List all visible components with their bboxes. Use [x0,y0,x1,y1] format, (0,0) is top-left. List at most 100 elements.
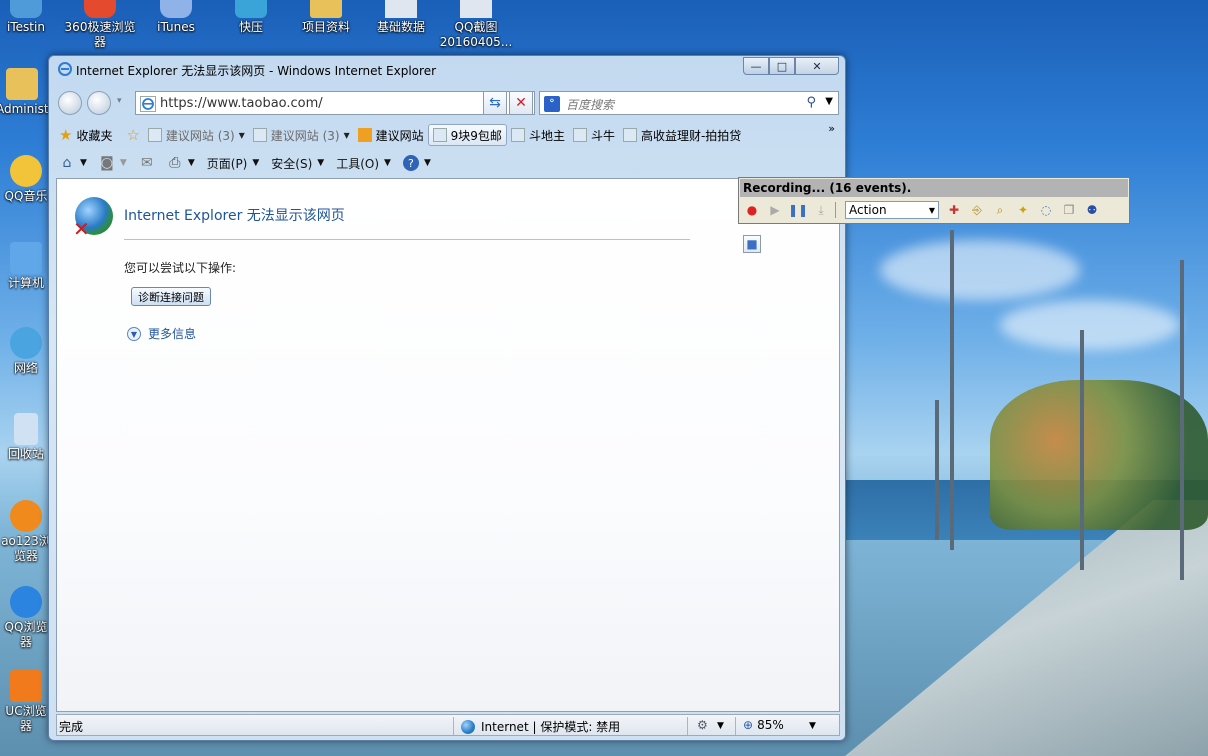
ie-page-icon [432,128,447,142]
desktop-icon-kuaiya[interactable]: 快压 [213,0,289,35]
add-action-icon[interactable]: ✚ [945,201,963,219]
desktop-icon-basic-data[interactable]: 基础数据 [363,0,439,35]
chevron-down-icon: ▼ [252,158,260,168]
desktop-icon-network[interactable]: 网络 [0,327,52,376]
record-icon[interactable]: ● [743,201,761,219]
desktop-icon-hao123-browser[interactable]: ao123浏览器 [0,500,52,564]
more-favorites-chevron-icon[interactable]: » [828,122,835,135]
print-button[interactable]: ⎙ ▼ [167,155,195,171]
title-bar[interactable]: Internet Explorer 无法显示该网页 - Windows Inte… [49,56,845,82]
action-select[interactable]: Action ▼ [845,201,939,219]
desktop-icon-qq-music[interactable]: QQ音乐 [0,155,52,204]
favorite-suggested-sites-2[interactable]: 建议网站 (3) ▾ [249,124,354,146]
stop-button[interactable]: ✕ [509,91,533,115]
favorite-douniu[interactable]: 斗牛 [569,124,619,146]
favorite-9kuai9[interactable]: 9块9包邮 [427,124,507,146]
page-menu[interactable]: 页面(P) ▼ [207,155,260,172]
favorites-star-icon: ★ [59,126,73,144]
copy-icon[interactable]: ❐ [1060,201,1078,219]
desktop-icon-qq-screenshot[interactable]: QQ截图20160405... [438,0,514,50]
desktop-icon-project-folder[interactable]: 项目资料 [288,0,364,35]
address-bar[interactable]: https://www.taobao.com/ ▼ [135,91,535,115]
help-button[interactable]: ? ▼ [402,155,431,171]
qq-browser-icon [10,586,42,618]
print-dropdown-icon[interactable]: ▼ [188,158,195,168]
desktop-icon-recycle-bin[interactable]: 回收站 [0,413,52,462]
desktop-icon-itunes[interactable]: iTunes [138,0,214,35]
minimize-button[interactable]: — [743,57,769,75]
home-dropdown-icon[interactable]: ▼ [80,158,87,168]
maximize-button[interactable]: □ [769,57,795,75]
favorites-button[interactable]: ★ 收藏夹 [55,124,116,146]
home-button[interactable]: ⌂ ▼ [59,155,87,171]
kuaiya-icon [235,0,267,18]
home-icon: ⌂ [62,155,72,171]
desktop-icon-uc-browser[interactable]: UC浏览器 [0,670,52,734]
close-button[interactable]: ✕ [795,57,839,75]
error-x-icon: ✕ [73,217,90,241]
chevron-down-icon: ▼ [928,205,936,215]
desktop-icon-computer[interactable]: 计算机 [0,242,52,291]
ie-page-icon [510,128,525,142]
safety-menu[interactable]: 安全(S) ▼ [271,155,324,172]
window-title: Internet Explorer 无法显示该网页 - Windows Inte… [76,64,437,78]
play-icon[interactable]: ▶ [766,201,784,219]
zoom-dropdown-icon[interactable]: ▼ [809,721,816,731]
mail-icon: ✉ [140,155,153,171]
ie-page-icon [572,128,587,142]
favorite-paipaidai[interactable]: 高收益理财-拍拍贷 [619,124,745,146]
diagnose-connection-button[interactable]: 诊断连接问题 [131,287,211,306]
expand-chevron-icon[interactable]: ▼ [127,327,141,341]
desktop-icon-itestin[interactable]: iTestin [0,0,64,35]
spy-icon[interactable]: ⚉ [1083,201,1101,219]
zoom-icon: ⊕ [743,718,754,732]
refresh-button[interactable]: ⇆ [483,91,507,115]
help-dropdown-icon[interactable]: ▼ [424,158,431,168]
more-info-link[interactable]: 更多信息 [148,325,196,342]
desktop-icon-administrator[interactable]: Administr [0,68,53,117]
feeds-button[interactable]: ◙ ▼ [99,155,127,171]
network-icon [10,327,42,359]
360-browser-icon [84,0,116,18]
desktop-icon-360-browser[interactable]: 360极速浏览器 [62,0,138,50]
printer-icon: ⎙ [169,155,181,171]
insert-checkpoint-icon[interactable]: ⎆ [968,201,986,219]
back-button[interactable] [58,91,82,115]
feeds-dropdown-icon[interactable]: ▼ [120,158,127,168]
popup-dropdown-icon[interactable]: ▼ [717,721,724,731]
history-dropdown-icon[interactable]: ▾ [117,96,122,106]
itunes-icon [160,0,192,18]
highlight-icon[interactable]: ✦ [1014,201,1032,219]
find-object-icon[interactable]: ⌕ [991,201,1009,219]
error-title: Internet Explorer 无法显示该网页 [124,208,345,224]
ie-logo-icon [58,62,72,76]
itestin-icon [10,0,42,18]
zoom-control[interactable]: ⊕ 85% [743,718,784,732]
search-dropdown-icon[interactable]: ▼ [825,96,833,107]
divider [124,239,690,240]
tools-menu[interactable]: 工具(O) ▼ [336,155,391,172]
popup-blocker-icon[interactable]: ⚙ [697,718,708,732]
comment-icon[interactable]: ◌ [1037,201,1055,219]
pause-icon[interactable]: ❚❚ [788,201,808,219]
help-icon: ? [402,155,419,171]
search-icon[interactable]: ⚲ [806,95,816,110]
stop-icon[interactable]: ■ [743,235,761,253]
ie-page-icon [252,128,267,142]
page-content: ✕ Internet Explorer 无法显示该网页 您可以尝试以下操作: 诊… [56,178,840,712]
favorite-doudizhu[interactable]: 斗地主 [507,124,569,146]
ie-page-icon [147,128,162,142]
caption-buttons: — □ ✕ [743,57,839,75]
error-suggestion: 您可以尝试以下操作: [124,261,237,275]
recorder-status: Recording... (16 events). [740,179,1128,197]
search-box[interactable]: ⚬ 百度搜索 ⚲ ▼ [539,91,839,115]
mail-button[interactable]: ✉ [139,155,155,171]
status-text: 完成 [59,720,84,734]
forward-button[interactable] [87,91,111,115]
desktop-icon-qq-browser[interactable]: QQ浏览器 [0,586,52,650]
favorite-suggested-sites-bing[interactable]: 建议网站 [354,124,428,146]
add-favorite-icon[interactable]: ☆ [126,126,139,144]
favorite-suggested-sites-1[interactable]: 建议网站 (3) ▾ [144,124,249,146]
security-zone[interactable]: Internet | 保护模式: 禁用 [461,718,620,735]
step-icon[interactable]: ⤓ [812,201,830,219]
